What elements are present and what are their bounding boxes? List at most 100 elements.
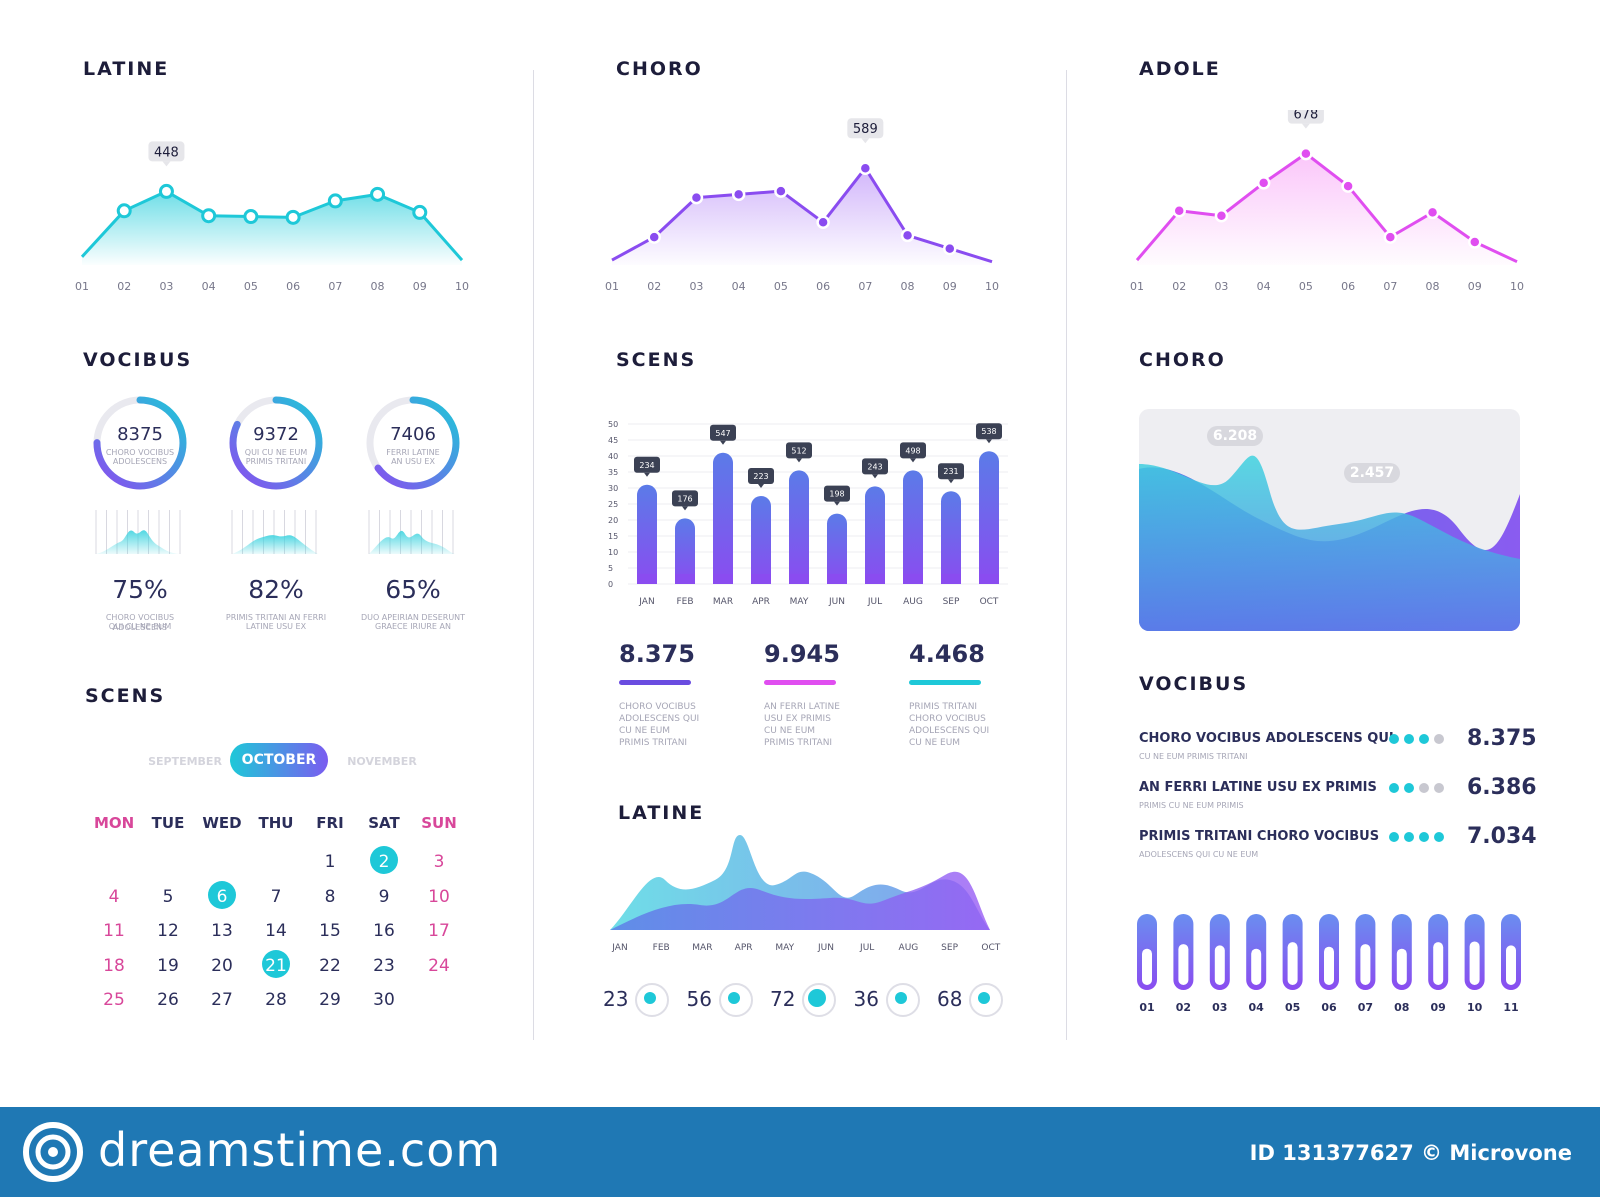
y-tick-label: 40 [608,452,618,461]
x-tick-label: 09 [1431,1001,1446,1014]
data-point [689,190,704,205]
y-tick-label: 45 [608,436,618,445]
callout-pointer [861,138,870,144]
calendar-day[interactable]: 30 [364,990,404,1010]
rating-dot [1434,783,1444,793]
calendar-day[interactable]: 10 [419,887,459,907]
calendar-day[interactable]: 5 [148,887,188,907]
footer-brand[interactable]: dreamstime.com [98,1123,501,1177]
x-tick-label: SEP [943,597,960,607]
x-tick-label: 04 [202,280,216,293]
weekday-label: MON [94,814,135,832]
x-tick-label: AUG [903,597,923,607]
data-point [816,215,830,230]
x-tick-label: AUG [898,943,919,953]
calendar-day[interactable]: 1 [310,852,350,872]
donut-mini-chart [95,510,182,554]
bar [751,496,771,584]
rating-dot [1419,783,1429,793]
bar-label-pointer [986,439,992,444]
x-tick-label: 04 [1257,280,1271,293]
bar-base [675,574,695,584]
x-tick-label: JUN [818,943,834,953]
x-tick-label: 01 [1139,1001,1154,1014]
x-tick-label: APR [752,597,770,607]
calendar-day[interactable]: 19 [148,956,188,976]
callout-label: 678 [1293,110,1318,123]
calendar-day[interactable]: 7 [256,887,296,907]
tube-fill [1287,942,1298,985]
callout-pointer [162,161,171,167]
x-tick-label: 05 [1299,280,1313,293]
blob-callout-2: 2.457 [1344,463,1400,483]
tube-fill [1142,948,1152,985]
calendar-day[interactable]: 20 [202,956,242,976]
choro-blob-chart [1139,455,1520,631]
calendar-day[interactable]: 25 [94,990,134,1010]
title-scens-left: SCENS [85,685,166,707]
y-tick-label: 35 [608,468,618,477]
calendar-day[interactable]: 26 [148,990,188,1010]
calendar-day[interactable]: 18 [94,956,134,976]
data-point [774,184,788,198]
y-tick-label: 5 [608,564,613,573]
calendar-day[interactable]: 23 [364,956,404,976]
mini-stat-dot [644,992,656,1004]
x-tick-label: 04 [732,280,746,293]
y-tick-label: 0 [608,580,613,589]
calendar-day[interactable]: 27 [202,990,242,1010]
title-scens-mid: SCENS [616,349,697,371]
calendar-day[interactable]: 4 [94,887,134,907]
calendar-day[interactable]: 24 [419,956,459,976]
calendar-day[interactable]: 8 [310,887,350,907]
x-tick-label: 02 [117,280,131,293]
calendar-day[interactable]: 11 [94,921,134,941]
calendar-current-month[interactable]: OCTOBER [230,743,328,777]
x-tick-label: 10 [1510,280,1524,293]
calendar-day[interactable]: 2 [364,852,404,872]
x-tick-label: 07 [858,280,872,293]
bar-label-pointer [910,458,916,463]
x-tick-label: JAN [638,597,654,607]
x-tick-label: 07 [328,280,342,293]
x-tick-label: 01 [1130,280,1144,293]
data-point [243,209,259,225]
calendar-day[interactable]: 28 [256,990,296,1010]
calendar-day[interactable]: 29 [310,990,350,1010]
calendar-day[interactable]: 15 [310,921,350,941]
bar-label-pointer [720,440,726,445]
calendar-day[interactable]: 6 [202,887,242,907]
bar [789,470,809,584]
weekday-label: TUE [151,814,185,832]
x-tick-label: 03 [689,280,703,293]
footer-bar: dreamstime.com ID 131377627 © Microvone [0,1107,1600,1197]
calendar-day[interactable]: 14 [256,921,296,941]
calendar-day[interactable]: 12 [148,921,188,941]
stat-caption-line: CU NE EUM [909,738,961,748]
title-vocibus-right: VOCIBUS [1139,673,1249,695]
x-tick-label: 11 [1503,1001,1518,1014]
data-point [1341,179,1355,193]
donut-value: 7406 [390,424,436,445]
calendar-prev-month[interactable]: SEPTEMBER [140,755,230,768]
bar-base [827,574,847,584]
data-point [201,208,217,224]
calendar-day[interactable]: 3 [419,852,459,872]
x-tick-label: MAY [790,597,809,607]
donut-mini-chart [231,510,318,554]
column-divider-right [1066,70,1067,1040]
calendar-day[interactable]: 13 [202,921,242,941]
mini-stat-value: 56 [686,987,712,1011]
x-tick-label: 08 [901,280,915,293]
calendar-day[interactable]: 21 [256,956,296,976]
data-point [1256,176,1271,190]
bar-base [903,574,923,584]
weekday-label: WED [202,814,242,832]
x-tick-label: 01 [75,280,89,293]
calendar-day[interactable]: 17 [419,921,459,941]
calendar-day[interactable]: 22 [310,956,350,976]
x-tick-label: 02 [647,280,661,293]
calendar-day[interactable]: 16 [364,921,404,941]
calendar-day[interactable]: 9 [364,887,404,907]
calendar-next-month[interactable]: NOVEMBER [337,755,427,768]
